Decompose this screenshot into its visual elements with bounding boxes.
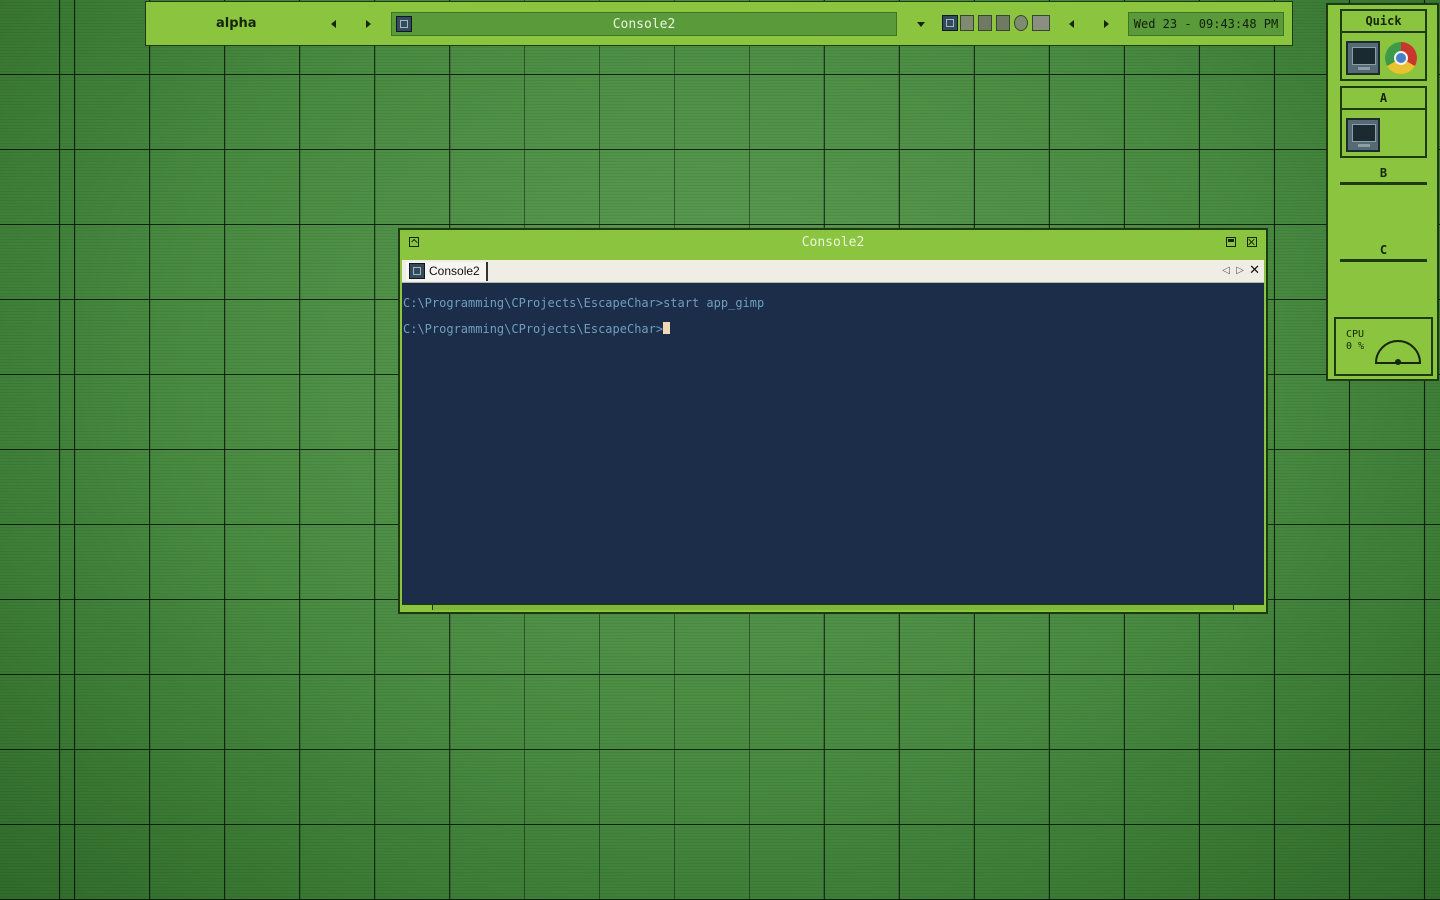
chrome-icon[interactable] bbox=[1385, 42, 1417, 74]
dock-group-b[interactable]: B bbox=[1340, 163, 1427, 185]
console-line: C:\Programming\CProjects\EscapeChar>star… bbox=[403, 296, 765, 310]
dock-group-title: A bbox=[1342, 88, 1425, 110]
top-panel: alpha Console2 Wed 23 - 09:43:48 PM bbox=[145, 1, 1293, 46]
sync-icon[interactable] bbox=[1014, 15, 1028, 31]
console-prompt: C:\Programming\CProjects\EscapeChar> bbox=[403, 322, 664, 336]
right-dock: Quick A B C CPU 0 % bbox=[1326, 3, 1439, 381]
taskbar-task-label: Console2 bbox=[612, 17, 676, 32]
console2-window[interactable]: Console2 Console2 ◁ ▷ ✕ C:\Programming\C… bbox=[398, 228, 1268, 614]
dock-group-a: A bbox=[1340, 86, 1427, 158]
tab-console2[interactable]: Console2 bbox=[406, 262, 488, 281]
window-title: Console2 bbox=[801, 235, 865, 250]
tray-prev-icon[interactable] bbox=[1069, 20, 1074, 28]
close-icon[interactable] bbox=[1247, 237, 1257, 247]
clock: Wed 23 - 09:43:48 PM bbox=[1133, 17, 1279, 31]
task-list-dropdown-icon[interactable] bbox=[917, 22, 925, 27]
horizontal-scrollbar[interactable] bbox=[402, 604, 1264, 611]
network-disconnected-icon[interactable] bbox=[996, 15, 1010, 31]
console-icon[interactable] bbox=[1346, 41, 1380, 75]
console-tray-icon[interactable] bbox=[942, 15, 958, 31]
cpu-monitor: CPU 0 % bbox=[1334, 317, 1433, 376]
tab-bar: Console2 ◁ ▷ ✕ bbox=[402, 260, 1264, 283]
minimize-icon[interactable] bbox=[1226, 237, 1236, 247]
dock-group-quick: Quick bbox=[1340, 9, 1427, 81]
cpu-gauge-icon bbox=[1374, 340, 1422, 365]
drive-icon[interactable] bbox=[1032, 15, 1050, 31]
wifi-icon[interactable] bbox=[960, 15, 974, 31]
text-cursor bbox=[663, 322, 671, 334]
dock-group-title: Quick bbox=[1342, 11, 1425, 33]
scrollbar-thumb[interactable] bbox=[432, 605, 1234, 610]
tab-scroll-right-icon[interactable]: ▷ bbox=[1236, 265, 1244, 276]
console-icon[interactable] bbox=[1346, 118, 1380, 152]
tab-scroll-left-icon[interactable]: ◁ bbox=[1222, 265, 1230, 276]
dock-group-c[interactable]: C bbox=[1340, 240, 1427, 262]
console-icon bbox=[409, 263, 425, 279]
workspace-label[interactable]: alpha bbox=[216, 16, 257, 31]
taskbar-task-console2[interactable]: Console2 bbox=[391, 12, 897, 36]
window-titlebar[interactable]: Console2 bbox=[400, 230, 1266, 256]
tray-next-icon[interactable] bbox=[1104, 20, 1109, 28]
tab-close-icon[interactable]: ✕ bbox=[1249, 263, 1260, 278]
console-prompt-line: C:\Programming\CProjects\EscapeChar> bbox=[403, 322, 671, 336]
workspace-prev-icon[interactable] bbox=[331, 20, 336, 28]
cpu-value: 0 % bbox=[1346, 341, 1365, 352]
clock-box[interactable]: Wed 23 - 09:43:48 PM bbox=[1128, 12, 1284, 36]
workspace-next-icon[interactable] bbox=[366, 20, 371, 28]
cpu-label: CPU bbox=[1346, 329, 1365, 340]
network-icon[interactable] bbox=[978, 15, 992, 31]
console-output[interactable]: C:\Programming\CProjects\EscapeChar>star… bbox=[402, 283, 1264, 606]
tab-label: Console2 bbox=[429, 264, 480, 278]
